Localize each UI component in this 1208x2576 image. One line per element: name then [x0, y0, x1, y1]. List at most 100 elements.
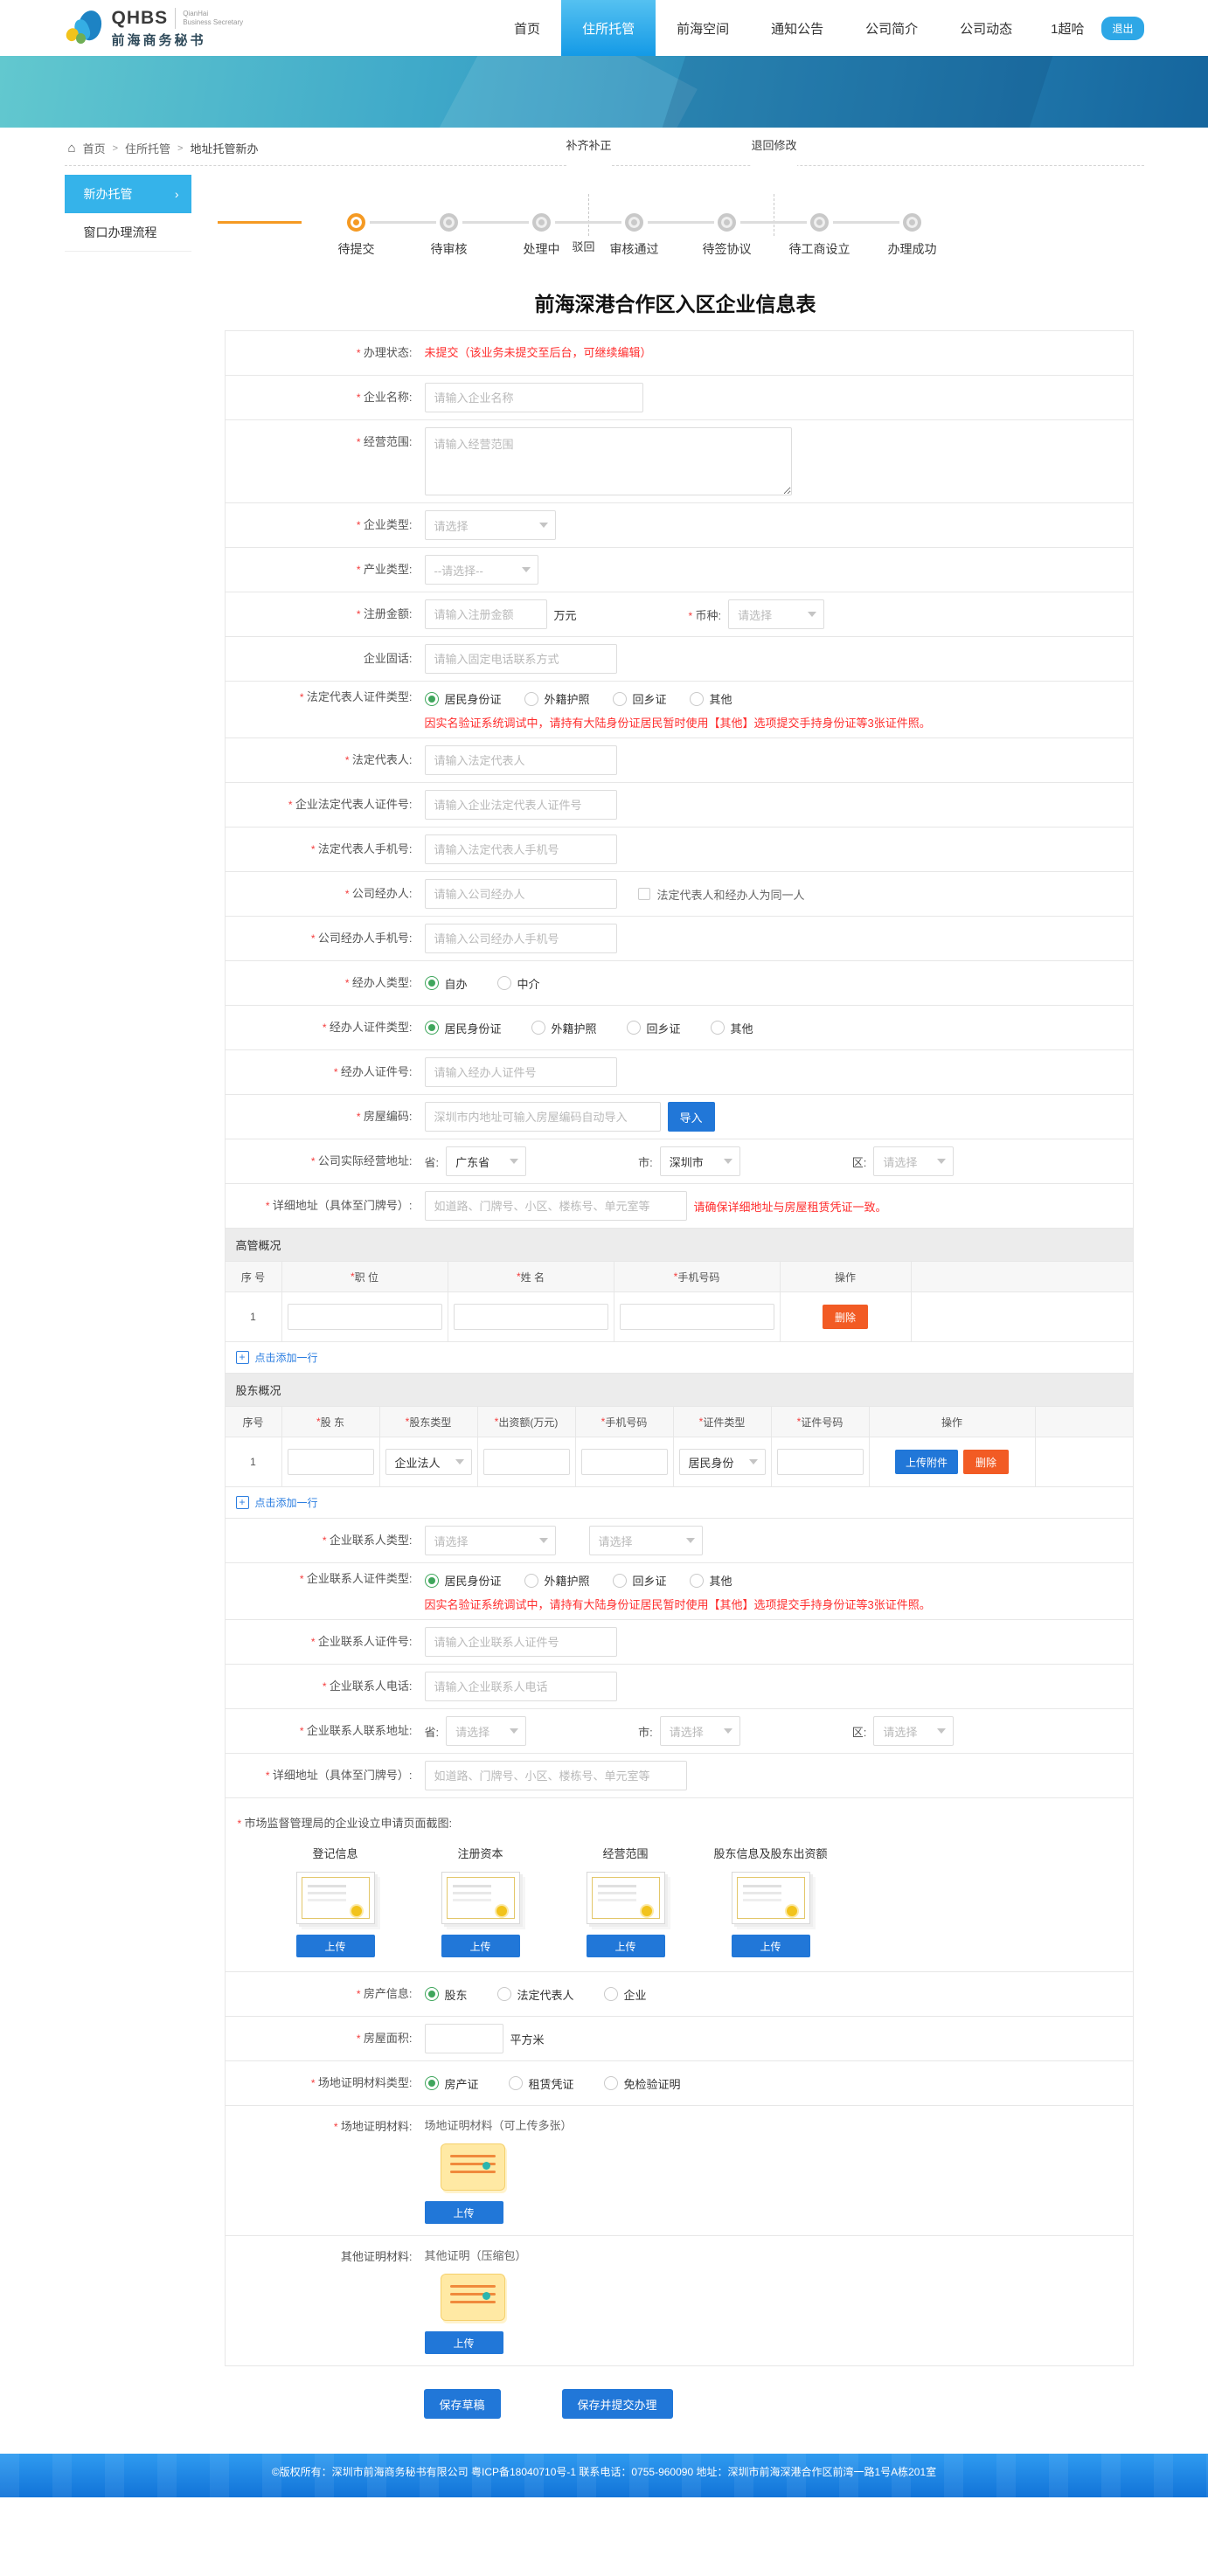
step-dot	[625, 213, 643, 232]
radio-other[interactable]: 其他	[711, 1020, 753, 1036]
radio-intermediary[interactable]: 中介	[497, 975, 540, 992]
district-select[interactable]: 请选择	[873, 1146, 954, 1176]
business-scope-textarea[interactable]	[425, 427, 792, 495]
legal-phone-input[interactable]	[425, 834, 617, 864]
radio-home-return-permit[interactable]: 回乡证	[627, 1020, 681, 1036]
city-select[interactable]: 深圳市	[660, 1146, 740, 1176]
progress-steps: 补齐补正 驳回 退回修改 待提交 待审核 处理中 审核通过 待签协议 待工商设立…	[207, 175, 1144, 267]
company-name-input[interactable]	[425, 383, 643, 412]
shareholder-phone-input[interactable]	[581, 1449, 668, 1475]
radio-legal-representative[interactable]: 法定代表人	[497, 1986, 574, 2003]
nav-item-company-intro[interactable]: 公司简介	[844, 0, 939, 56]
agent-type-label: 经办人类型:	[226, 968, 425, 998]
city-label: 市:	[638, 1153, 653, 1170]
house-code-input[interactable]	[425, 1102, 661, 1132]
sidebar-item-counter-process[interactable]: 窗口办理流程	[65, 213, 191, 252]
shareholder-cert-no-input[interactable]	[777, 1449, 864, 1475]
radio-shareholder[interactable]: 股东	[425, 1986, 468, 2003]
col-no: 序号	[226, 1407, 281, 1437]
contact-province-select[interactable]: 请选择	[446, 1716, 526, 1746]
industry-type-select[interactable]: --请选择--	[425, 555, 538, 585]
radio-resident-id[interactable]: 居民身份证	[425, 1020, 502, 1036]
nav-item-qianhai-space[interactable]: 前海空间	[656, 0, 750, 56]
radio-home-return-permit[interactable]: 回乡证	[613, 1572, 667, 1589]
currency-select[interactable]: 请选择	[728, 599, 824, 629]
breadcrumb-hosting[interactable]: 住所托管	[125, 140, 170, 156]
radio-foreign-passport[interactable]: 外籍护照	[531, 1020, 597, 1036]
contact-type-select-1[interactable]: 请选择	[425, 1526, 556, 1555]
shareholder-amount-input[interactable]	[483, 1449, 570, 1475]
contact-tel-input[interactable]	[425, 1672, 617, 1701]
row-company-tel: 企业固话:	[225, 636, 1134, 682]
upload-button[interactable]: 上传	[441, 1935, 520, 1957]
nav-item-residence-hosting[interactable]: 住所托管	[561, 0, 656, 56]
shareholder-type-select[interactable]: 企业法人	[385, 1449, 472, 1475]
radio-icon	[604, 1987, 618, 2001]
legal-name-input[interactable]	[425, 745, 617, 775]
upload-button[interactable]: 上传	[425, 2201, 503, 2224]
save-and-submit-button[interactable]: 保存并提交办理	[562, 2389, 673, 2419]
delete-row-button[interactable]: 删除	[963, 1450, 1009, 1474]
shareholders-add-row[interactable]: + 点击添加一行	[225, 1486, 1134, 1519]
agent-cert-no-input[interactable]	[425, 1057, 617, 1087]
upload-button[interactable]: 上传	[587, 1935, 665, 1957]
contact-city-select[interactable]: 请选择	[660, 1716, 740, 1746]
logout-button[interactable]: 退出	[1101, 17, 1143, 40]
same-person-checkbox[interactable]	[638, 888, 650, 900]
company-tel-input[interactable]	[425, 644, 617, 674]
executive-position-input[interactable]	[288, 1304, 442, 1330]
radio-self-handle[interactable]: 自办	[425, 975, 468, 992]
logged-in-username[interactable]: 1超哈	[1033, 19, 1101, 38]
upload-attachment-button[interactable]: 上传附件	[895, 1450, 958, 1474]
agent-phone-input[interactable]	[425, 924, 617, 953]
shareholder-cert-type-select[interactable]: 居民身份	[679, 1449, 766, 1475]
radio-other[interactable]: 其他	[690, 1572, 732, 1589]
add-row-link: 点击添加一行	[255, 1495, 318, 1510]
radio-foreign-passport[interactable]: 外籍护照	[524, 1572, 590, 1589]
executives-add-row[interactable]: + 点击添加一行	[225, 1341, 1134, 1374]
company-type-select[interactable]: 请选择	[425, 510, 556, 540]
registered-amount-input[interactable]	[425, 599, 547, 629]
save-draft-button[interactable]: 保存草稿	[424, 2389, 501, 2419]
breadcrumb-home[interactable]: 首页	[83, 140, 106, 156]
caret-down-icon	[510, 1728, 518, 1734]
radio-other[interactable]: 其他	[690, 690, 732, 707]
shareholder-name-input[interactable]	[288, 1449, 374, 1475]
top-header: QHBS QianHai Business Secretary 前海商务秘书 首…	[0, 0, 1208, 56]
radio-inspection-exempt[interactable]: 免检验证明	[604, 2075, 681, 2092]
contact-district-select[interactable]: 请选择	[873, 1716, 954, 1746]
radio-home-return-permit[interactable]: 回乡证	[613, 690, 667, 707]
delete-row-button[interactable]: 删除	[823, 1305, 868, 1329]
contact-cert-no-input[interactable]	[425, 1627, 617, 1657]
radio-resident-id[interactable]: 居民身份证	[425, 1572, 502, 1589]
industry-type-label: 产业类型:	[226, 555, 425, 585]
province-label: 省:	[425, 1723, 440, 1740]
agent-cert-type-label: 经办人证件类型:	[226, 1013, 425, 1042]
radio-enterprise[interactable]: 企业	[604, 1986, 647, 2003]
radio-property-deed[interactable]: 房产证	[425, 2075, 479, 2092]
import-button[interactable]: 导入	[668, 1102, 715, 1132]
province-select[interactable]: 广东省	[446, 1146, 526, 1176]
legal-cert-no-input[interactable]	[425, 790, 617, 820]
upload-button[interactable]: 上传	[296, 1935, 375, 1957]
agent-name-input[interactable]	[425, 879, 617, 909]
radio-lease-voucher[interactable]: 租赁凭证	[509, 2075, 574, 2092]
radio-foreign-passport[interactable]: 外籍护照	[524, 690, 590, 707]
nav-item-company-news[interactable]: 公司动态	[939, 0, 1033, 56]
radio-resident-id[interactable]: 居民身份证	[425, 690, 502, 707]
sidebar-item-new-hosting[interactable]: 新办托管 ›	[65, 175, 191, 213]
contact-type-select-2[interactable]: 请选择	[589, 1526, 703, 1555]
nav-item-notices[interactable]: 通知公告	[750, 0, 844, 56]
house-area-input[interactable]	[425, 2024, 503, 2053]
executive-phone-input[interactable]	[620, 1304, 774, 1330]
contact-detail-address-input[interactable]	[425, 1761, 687, 1790]
col-phone: 手机号码	[614, 1262, 780, 1291]
upload-button[interactable]: 上传	[425, 2331, 503, 2354]
executive-name-input[interactable]	[454, 1304, 608, 1330]
agent-name-label: 公司经办人:	[226, 879, 425, 909]
upload-button[interactable]: 上传	[732, 1935, 810, 1957]
nav-item-home[interactable]: 首页	[493, 0, 561, 56]
sidebar: 新办托管 › 窗口办理流程	[65, 175, 191, 252]
col-position: 职 位	[281, 1262, 448, 1291]
detail-address-input[interactable]	[425, 1191, 687, 1221]
